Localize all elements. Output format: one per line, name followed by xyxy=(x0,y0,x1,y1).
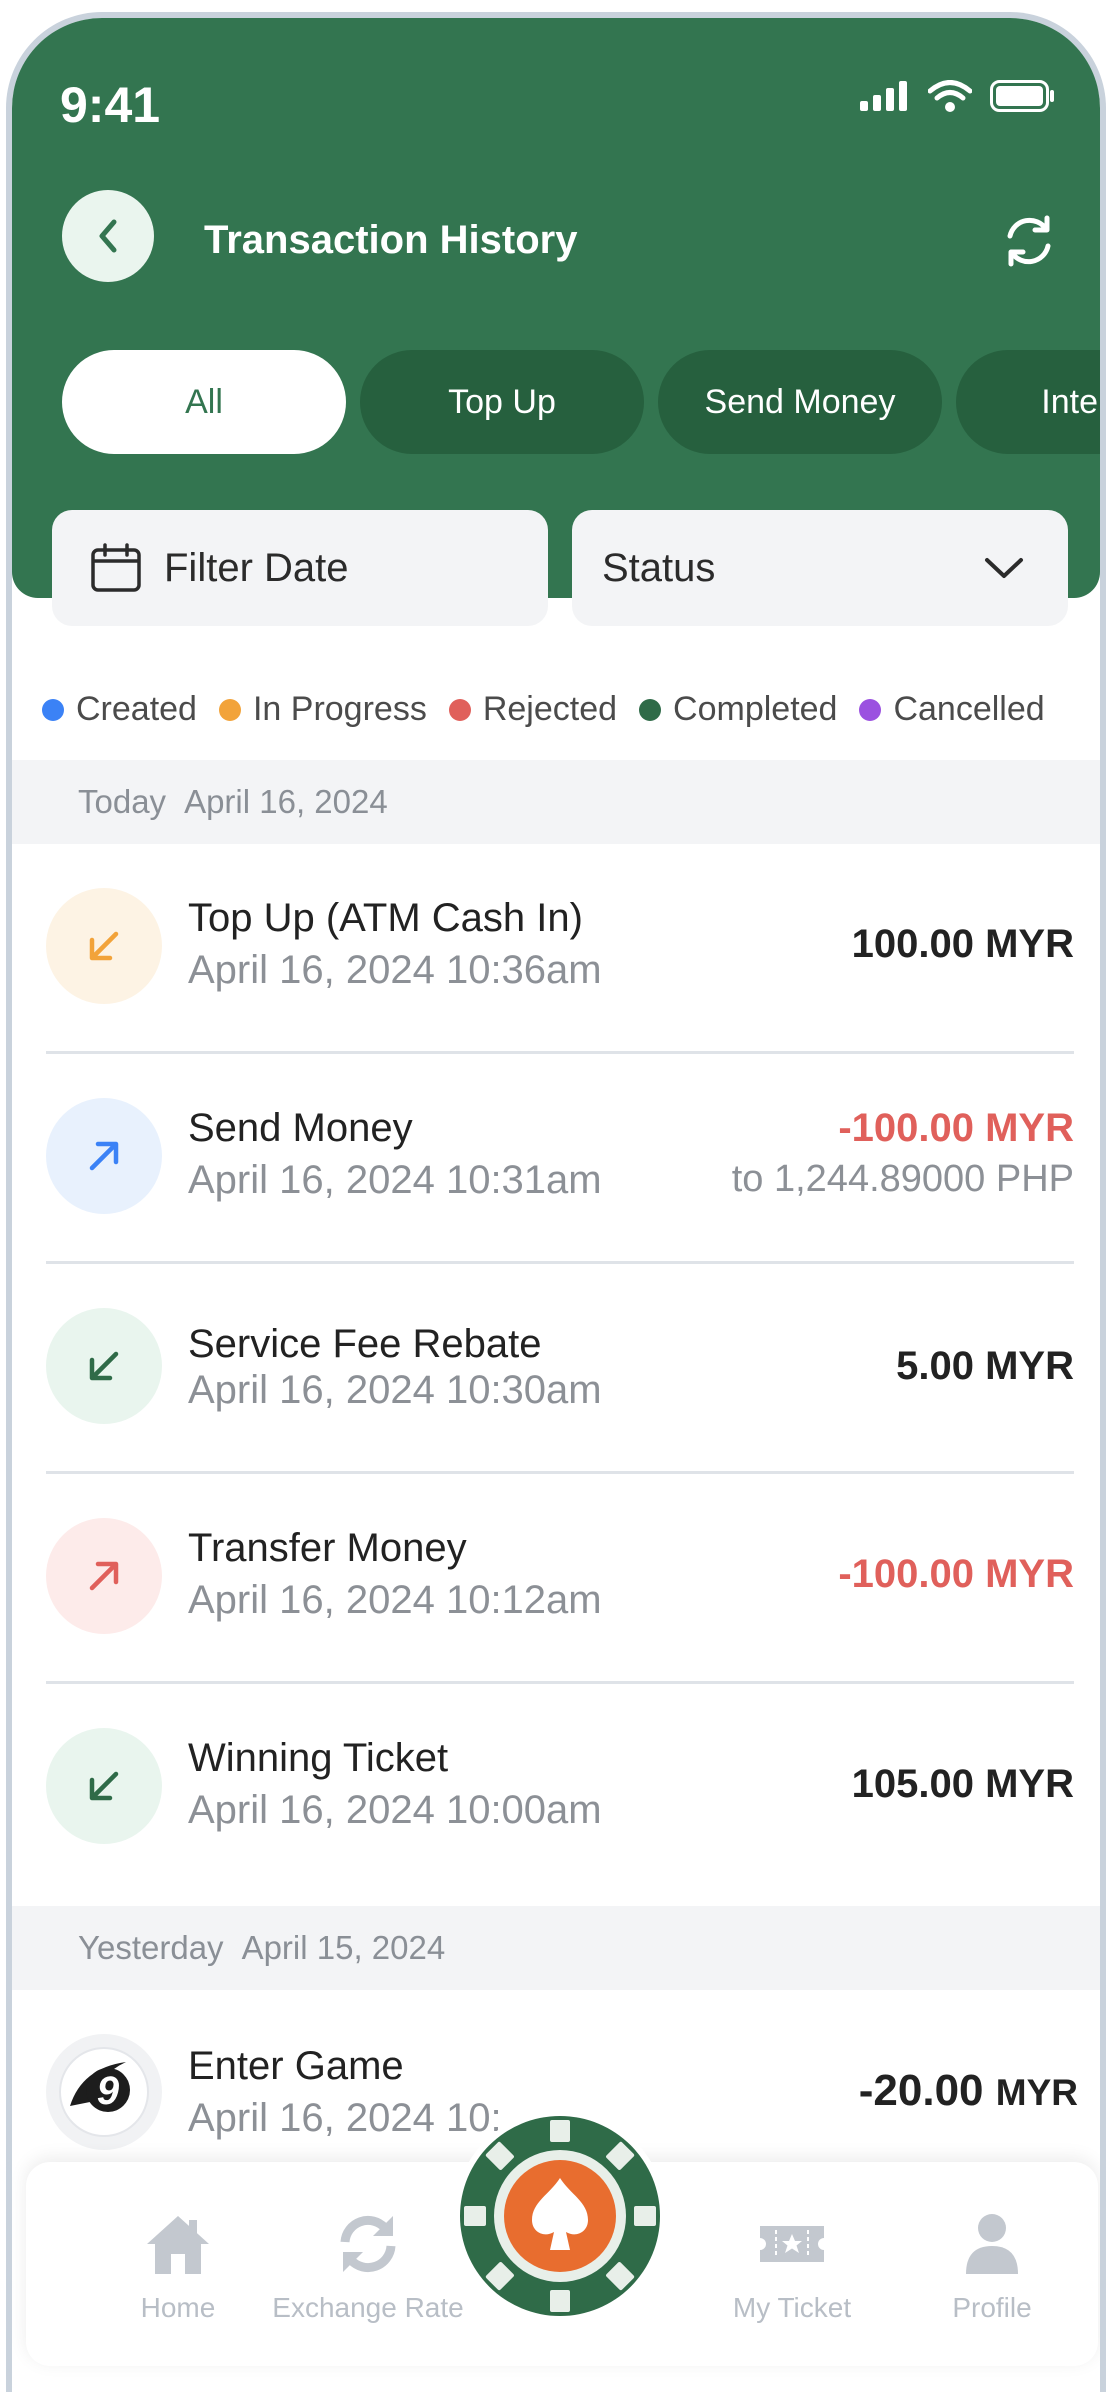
transaction-row[interactable]: Send Money April 16, 2024 10:31am -100.0… xyxy=(12,1054,1100,1264)
tab-send-money[interactable]: Send Money xyxy=(658,350,942,454)
back-button[interactable] xyxy=(62,190,154,282)
legend-completed: Completed xyxy=(639,690,837,729)
legend-cancelled: Cancelled xyxy=(859,690,1045,729)
transaction-row[interactable]: Top Up (ATM Cash In) April 16, 2024 10:3… xyxy=(12,844,1100,1054)
arrow-up-right-icon xyxy=(46,1518,162,1634)
play-game-button[interactable] xyxy=(450,2106,670,2326)
chevron-down-icon xyxy=(985,558,1023,578)
spade-chip-icon xyxy=(454,2110,666,2322)
amount-value: -20.00 xyxy=(858,2066,984,2115)
nav-my-ticket[interactable]: My Ticket xyxy=(692,2212,892,2324)
transaction-title: Transfer Money xyxy=(188,1526,467,1570)
signal-icon xyxy=(860,81,907,111)
status-legend: Created In Progress Rejected Completed C… xyxy=(42,690,1045,729)
filter-date-button[interactable]: Filter Date xyxy=(52,510,548,626)
tab-internal[interactable]: Internal xyxy=(956,350,1100,454)
legend-created: Created xyxy=(42,690,197,729)
transaction-amount: -100.00 MYR xyxy=(838,1106,1074,1150)
arrow-up-right-icon xyxy=(46,1098,162,1214)
refresh-icon xyxy=(1007,215,1051,267)
wifi-icon xyxy=(928,80,972,112)
arrow-down-left-icon xyxy=(46,1308,162,1424)
nav-label: My Ticket xyxy=(732,2292,852,2323)
legend-dot xyxy=(639,698,662,721)
transaction-amount: 100.00 MYR xyxy=(851,922,1074,966)
tab-all[interactable]: All xyxy=(62,350,346,454)
nav-label: Home xyxy=(140,2292,216,2323)
transaction-datetime: April 16, 2024 10:30am xyxy=(188,1368,602,1412)
transaction-amount: 5.00 MYR xyxy=(896,1344,1074,1388)
nav-profile[interactable]: Profile xyxy=(892,2212,1092,2324)
transaction-row[interactable]: Service Fee Rebate April 16, 2024 10:30a… xyxy=(12,1264,1100,1474)
status-dropdown-label: Status xyxy=(602,545,716,590)
transaction-amount: -20.00 MYR xyxy=(859,2066,1078,2116)
day-label: Today xyxy=(78,783,167,820)
legend-dot xyxy=(218,698,241,721)
transaction-datetime: April 16, 2024 10:12am xyxy=(188,1578,602,1622)
transaction-title: Enter Game xyxy=(188,2044,404,2088)
day-date: April 16, 2024 xyxy=(184,783,388,820)
transaction-title: Send Money xyxy=(188,1106,413,1150)
filter-date-label: Filter Date xyxy=(164,545,349,590)
transaction-row[interactable]: Transfer Money April 16, 2024 10:12am -1… xyxy=(12,1474,1100,1684)
phone-frame: 9:41 Transaction History All Top Up Send… xyxy=(6,12,1106,2392)
transaction-row[interactable]: Winning Ticket April 16, 2024 10:00am 10… xyxy=(12,1684,1100,1894)
filter-tabs: All Top Up Send Money Internal xyxy=(62,350,1100,454)
legend-dot xyxy=(42,698,64,721)
profile-icon xyxy=(966,2214,1018,2274)
ticket-icon xyxy=(760,2226,824,2262)
day-label: Yesterday xyxy=(78,1929,224,1966)
legend-label: In Progress xyxy=(252,690,427,728)
transaction-title: Top Up (ATM Cash In) xyxy=(188,896,583,940)
legend-rejected: Rejected xyxy=(448,690,618,729)
transaction-converted-amount: to 1,244.89000 PHP xyxy=(731,1158,1074,1200)
home-icon xyxy=(147,2216,209,2274)
day-date: April 15, 2024 xyxy=(241,1929,446,1966)
transaction-datetime: April 16, 2024 10:00am xyxy=(188,1788,602,1832)
status-icons xyxy=(860,80,1056,112)
tab-top-up[interactable]: Top Up xyxy=(360,350,644,454)
legend-label: Cancelled xyxy=(893,690,1045,728)
transaction-datetime: April 16, 2024 10:36am xyxy=(188,948,602,992)
day-header-today: Today April 16, 2024 xyxy=(12,760,1100,844)
arrow-down-left-icon xyxy=(46,1728,162,1844)
day-header-yesterday: Yesterday April 15, 2024 xyxy=(12,1906,1100,1990)
nav-label: Exchange Rate xyxy=(272,2292,464,2323)
game-9-logo-icon: 9 xyxy=(46,2034,162,2150)
legend-label: Rejected xyxy=(482,690,618,728)
exchange-icon xyxy=(340,2215,396,2273)
transaction-title: Service Fee Rebate xyxy=(188,1322,542,1366)
nav-exchange-rate[interactable]: Exchange Rate xyxy=(268,2212,468,2324)
status-dropdown[interactable]: Status xyxy=(572,510,1068,626)
chevron-left-icon xyxy=(99,219,117,253)
page-title: Transaction History xyxy=(204,218,578,262)
battery-icon xyxy=(990,80,1054,112)
calendar-icon xyxy=(91,543,141,592)
arrow-down-left-icon xyxy=(46,888,162,1004)
transaction-title: Winning Ticket xyxy=(188,1736,449,1780)
status-time: 9:41 xyxy=(60,77,161,133)
legend-label: Completed xyxy=(673,690,838,728)
legend-dot xyxy=(859,698,882,721)
legend-dot xyxy=(448,698,471,721)
amount-unit: MYR xyxy=(995,2072,1078,2113)
nav-home[interactable]: Home xyxy=(78,2212,278,2324)
refresh-button[interactable] xyxy=(994,206,1064,276)
transaction-amount: -100.00 MYR xyxy=(838,1552,1074,1596)
nav-label: Profile xyxy=(952,2292,1032,2323)
legend-label: Created xyxy=(76,690,197,728)
transaction-amount: 105.00 MYR xyxy=(851,1762,1074,1806)
transaction-datetime: April 16, 2024 10:31am xyxy=(188,1158,602,1202)
legend-in-progress: In Progress xyxy=(218,690,427,729)
status-bar: 9:41 xyxy=(12,18,1100,168)
svg-text:9: 9 xyxy=(97,2069,120,2113)
